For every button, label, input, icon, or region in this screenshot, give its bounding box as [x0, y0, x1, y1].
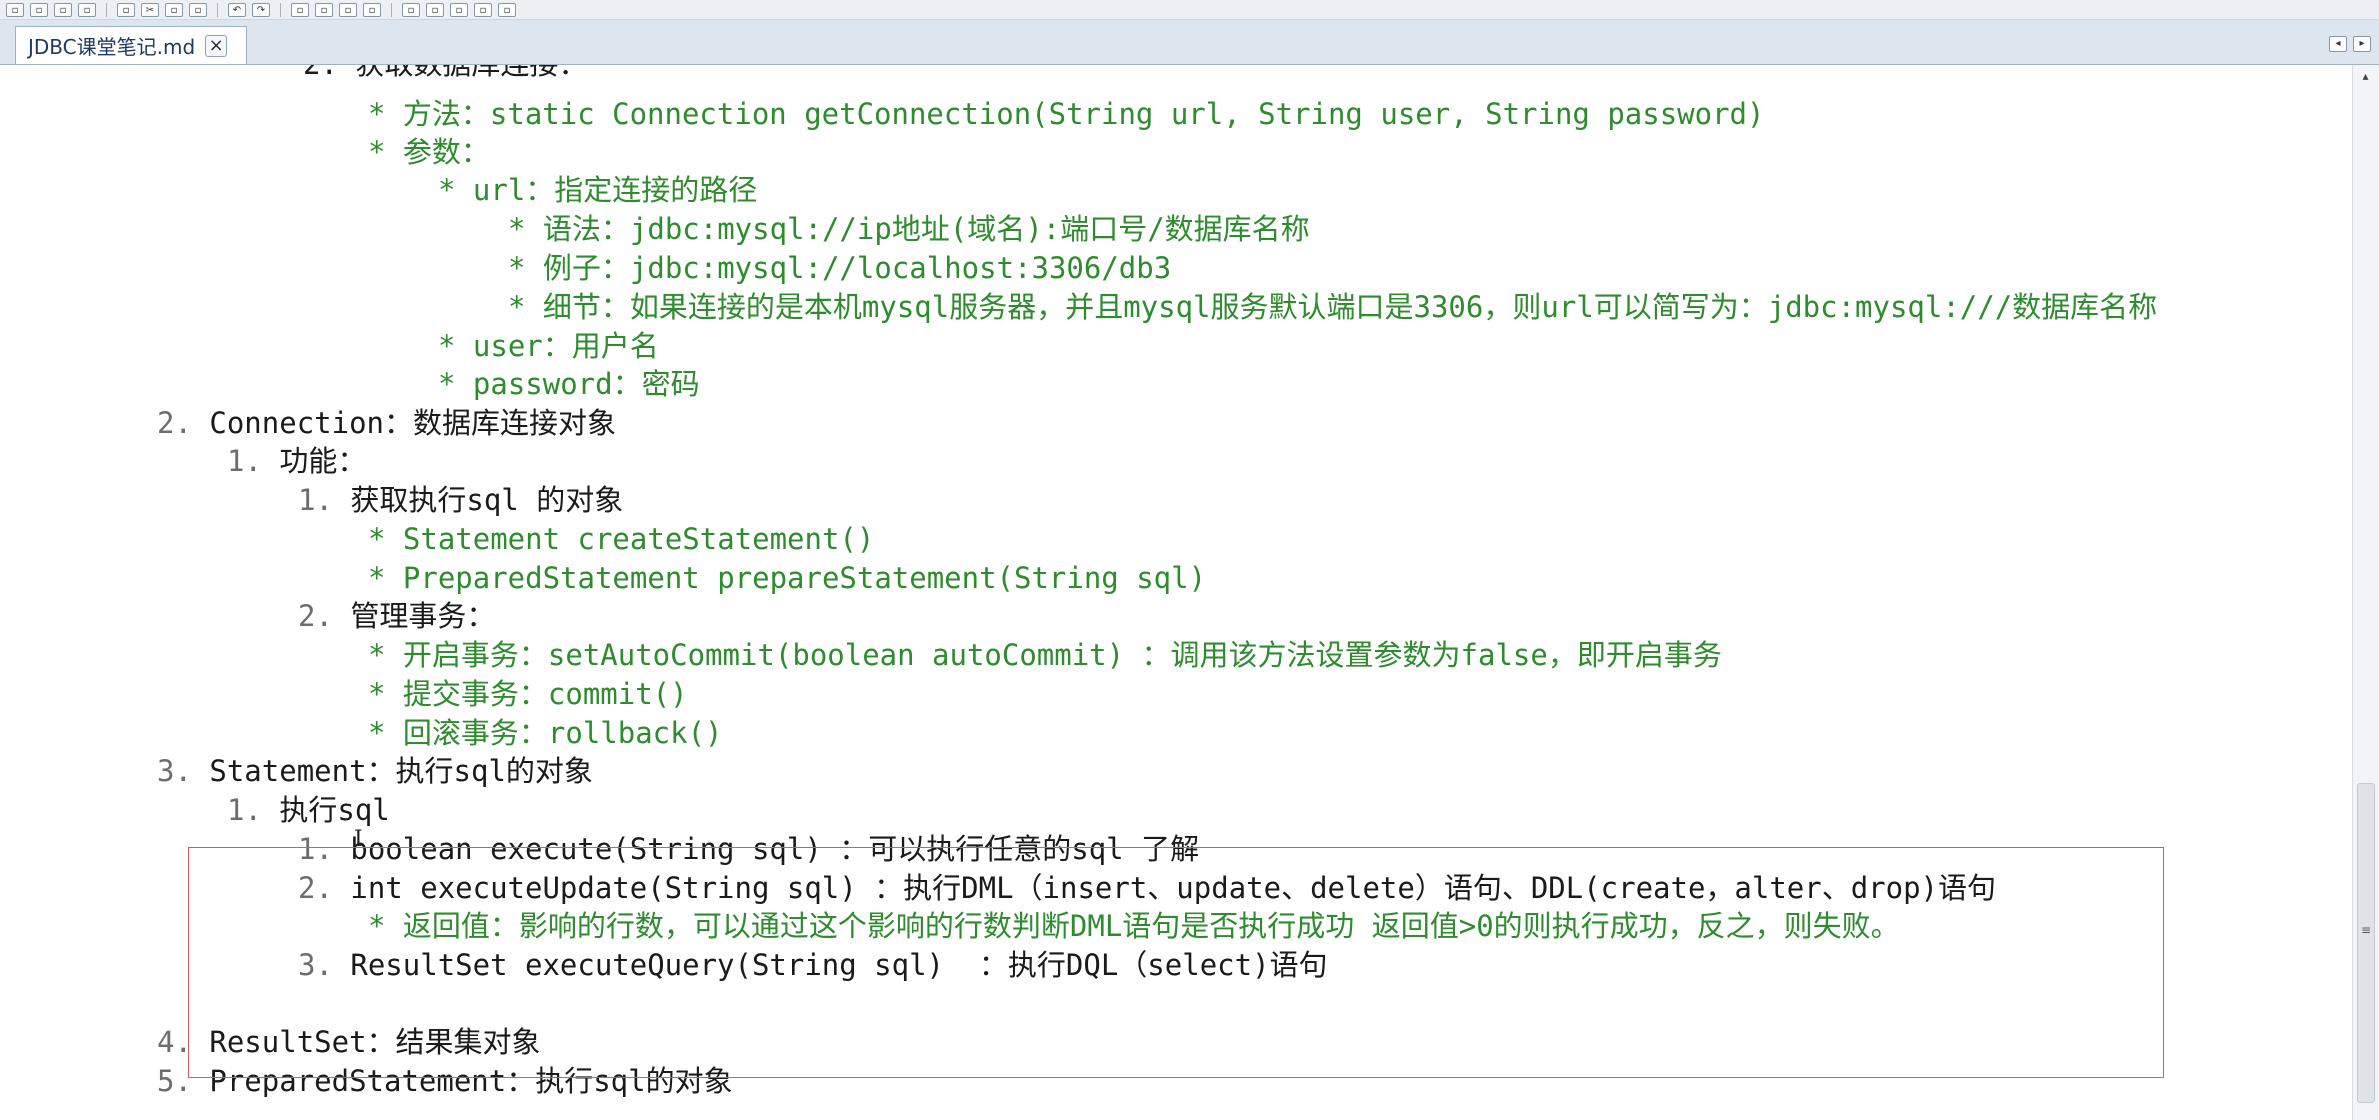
editor-line: * password：密码	[438, 367, 700, 401]
tab-scroll-left-icon[interactable]: ◂	[2329, 36, 2347, 52]
save-icon[interactable]: ▫	[54, 2, 72, 17]
scroll-mark-icon: ≡	[2360, 923, 2372, 937]
preview-icon[interactable]: ▫	[498, 2, 516, 17]
tab-bar: JDBC课堂笔记.md × ◂ ▸	[0, 20, 2379, 65]
toolbar-divider	[391, 2, 392, 17]
new-file-icon[interactable]: ▫	[6, 2, 24, 17]
open-file-icon[interactable]: ▫	[30, 2, 48, 17]
editor-line: 2. 获取数据库连接：	[303, 65, 587, 83]
markdown-editor[interactable]: 2. 获取数据库连接： * 方法：static Connection getCo…	[0, 65, 2352, 1120]
toolbar-divider	[106, 2, 107, 17]
editor-line: * PreparedStatement prepareStatement(Str…	[368, 561, 1207, 595]
editor-toolbar: ▫ ▫ ▫ ▫ ▫ ✂ ▫ ▫ ↶ ↷ ▫ ▫ ▫ ▫ ▫ ▫ ▫ ▫ ▫	[0, 0, 2379, 20]
editor-line: * 细节：如果连接的是本机mysql服务器，并且mysql服务默认端口是3306…	[508, 290, 2158, 324]
vertical-scrollbar[interactable]: ▴ ≡	[2352, 65, 2379, 1120]
editor-line: * 开启事务：setAutoCommit(boolean autoCommit)…	[368, 638, 1722, 672]
tab-label: JDBC课堂笔记.md	[28, 35, 196, 59]
editor-line: * 例子：jdbc:mysql://localhost:3306/db3	[508, 251, 1172, 285]
scrollbar-thumb[interactable]	[2357, 783, 2375, 1103]
replace-icon[interactable]: ▫	[315, 2, 333, 17]
list-icon[interactable]: ▫	[426, 2, 444, 17]
redo-icon[interactable]: ↷	[252, 2, 270, 17]
scroll-up-icon[interactable]: ▴	[2357, 69, 2374, 86]
editor-line: 1. 执行sql	[227, 793, 390, 827]
editor-line: 1. 功能：	[227, 444, 367, 478]
find-icon[interactable]: ▫	[291, 2, 309, 17]
editor-line: 3. Statement：执行sql的对象	[157, 754, 593, 788]
link-icon[interactable]: ▫	[450, 2, 468, 17]
editor-line: * 语法：jdbc:mysql://ip地址(域名):端口号/数据库名称	[508, 212, 1310, 246]
editor-line: 1. 获取执行sql 的对象	[298, 483, 624, 517]
editor-line: 2. Connection：数据库连接对象	[157, 406, 616, 440]
print-icon[interactable]: ▫	[117, 2, 135, 17]
editor-line: * 方法：static Connection getConnection(Str…	[368, 97, 1765, 131]
copy-icon[interactable]: ▫	[165, 2, 183, 17]
highlight-box	[188, 847, 2164, 1078]
editor-line: * 提交事务：commit()	[368, 677, 688, 711]
paste-icon[interactable]: ▫	[189, 2, 207, 17]
image-icon[interactable]: ▫	[474, 2, 492, 17]
editor-line: 2. 管理事务：	[298, 599, 496, 633]
italic-icon[interactable]: ▫	[363, 2, 381, 17]
editor-line: * Statement createStatement()	[368, 522, 875, 556]
toolbar-divider	[217, 2, 218, 17]
text-cursor-icon: I	[354, 827, 363, 852]
editor-line: * 参数：	[368, 135, 490, 169]
save-all-icon[interactable]: ▫	[78, 2, 96, 17]
editor-line: * user：用户名	[438, 329, 659, 363]
tab-scroll-right-icon[interactable]: ▸	[2353, 36, 2371, 52]
editor-line: * 回滚事务：rollback()	[368, 716, 723, 750]
undo-icon[interactable]: ↶	[228, 2, 246, 17]
tab-scroll-controls: ◂ ▸	[2329, 36, 2371, 52]
toolbar-divider	[280, 2, 281, 17]
editor-line: * url：指定连接的路径	[438, 173, 758, 207]
cut-icon[interactable]: ✂	[141, 2, 159, 17]
close-icon[interactable]: ×	[205, 34, 228, 57]
bold-icon[interactable]: ▫	[339, 2, 357, 17]
tab-jdbc-notes[interactable]: JDBC课堂笔记.md ×	[15, 26, 247, 64]
code-icon[interactable]: ▫	[402, 2, 420, 17]
